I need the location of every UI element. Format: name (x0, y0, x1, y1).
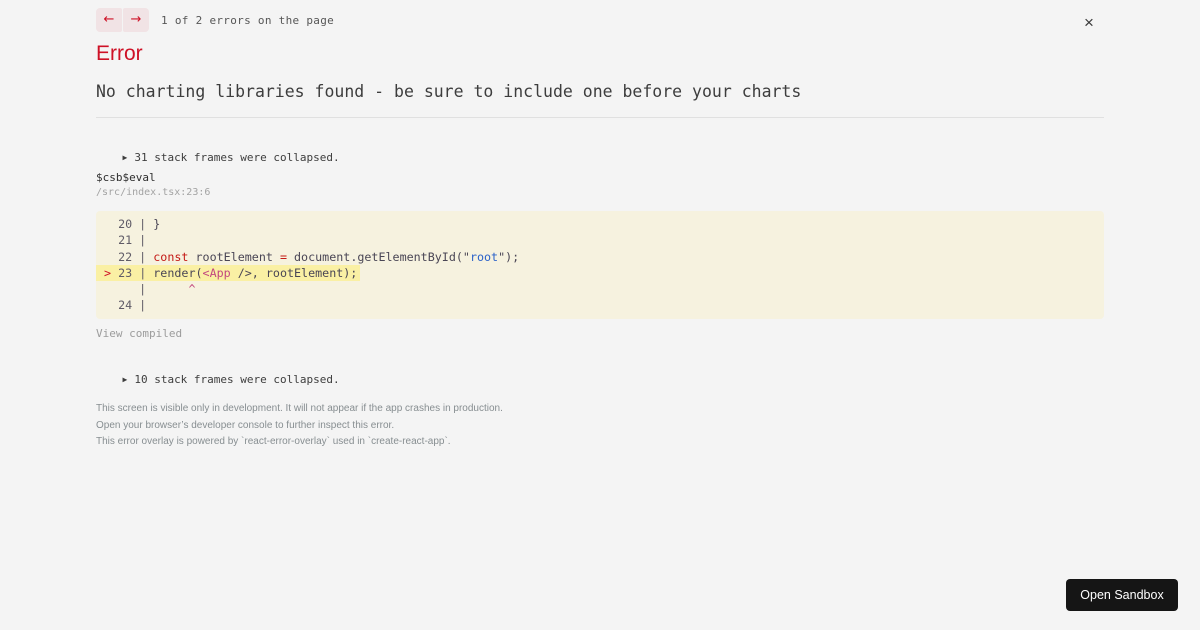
code-token-base: rootElement (188, 249, 280, 264)
footer-note: This error overlay is powered by `react-… (96, 436, 451, 447)
footer-note: Open your browser’s developer console to… (96, 419, 395, 431)
code-token-marker: > (104, 265, 119, 280)
code-token-caret: ^ (188, 282, 196, 297)
expand-triangle-icon: ▶ (122, 375, 128, 384)
code-token-base: } (153, 217, 161, 231)
code-token-tag: <App (202, 265, 231, 280)
stack-frame-function: $csb$eval (96, 171, 156, 184)
arrow-right-icon: → (130, 12, 142, 27)
open-sandbox-button[interactable]: Open Sandbox (1066, 579, 1178, 611)
collapsed-frames-top-label: 31 stack frames were collapsed. (134, 151, 340, 164)
code-token-gutter: | (104, 282, 147, 297)
error-title: Error (96, 42, 143, 65)
code-token-string: root (469, 249, 499, 264)
code-token-keyword: = (279, 249, 287, 264)
code-token-gutter: 20 | (104, 217, 154, 231)
code-frame: 20 | } 21 | 22 | const rootElement = doc… (96, 211, 1104, 319)
error-nav: ← → 1 of 2 errors on the page (96, 8, 334, 32)
code-line: 24 | (96, 297, 1104, 313)
code-token-gutter: 24 | (104, 298, 147, 313)
footer-notes: This screen is visible only in developme… (96, 401, 503, 451)
divider (96, 117, 1104, 118)
code-line: | ^ (96, 281, 1104, 297)
code-token-base: />, rootElement); (230, 265, 358, 280)
collapsed-frames-bottom-label: 10 stack frames were collapsed. (134, 373, 340, 386)
code-token-base: "); (498, 249, 520, 264)
code-token-base (146, 282, 188, 296)
code-token-gutter: 23 | (118, 265, 154, 280)
code-token-gutter: 21 | (104, 233, 147, 248)
next-error-button[interactable]: → (123, 8, 149, 32)
collapsed-frames-bottom[interactable]: ▶ 10 stack frames were collapsed. (96, 360, 340, 399)
code-token-base: render( (153, 265, 203, 280)
stack-frame-location: /src/index.tsx:23:6 (96, 187, 211, 198)
error-counter: 1 of 2 errors on the page (161, 13, 335, 27)
code-line: 22 | const rootElement = document.getEle… (96, 249, 1104, 265)
code-line: 20 | } (96, 216, 1104, 232)
close-icon: × (1084, 13, 1094, 32)
view-compiled-link[interactable]: View compiled (96, 327, 182, 340)
code-line: 21 | (96, 232, 1104, 248)
code-token-gutter: 22 | (104, 249, 154, 264)
footer-note: This screen is visible only in developme… (96, 403, 503, 414)
close-button[interactable]: × (1079, 13, 1099, 33)
code-line-highlighted: > 23 | render(<App />, rootElement); (96, 264, 361, 282)
arrow-left-icon: ← (103, 12, 115, 27)
error-message: No charting libraries found - be sure to… (96, 82, 802, 101)
expand-triangle-icon: ▶ (122, 153, 128, 162)
code-token-keyword: const (153, 249, 189, 264)
error-overlay: ← → 1 of 2 errors on the page × Error No… (0, 0, 1200, 630)
previous-error-button[interactable]: ← (96, 8, 122, 32)
code-token-base: document.getElementById(" (286, 249, 470, 264)
